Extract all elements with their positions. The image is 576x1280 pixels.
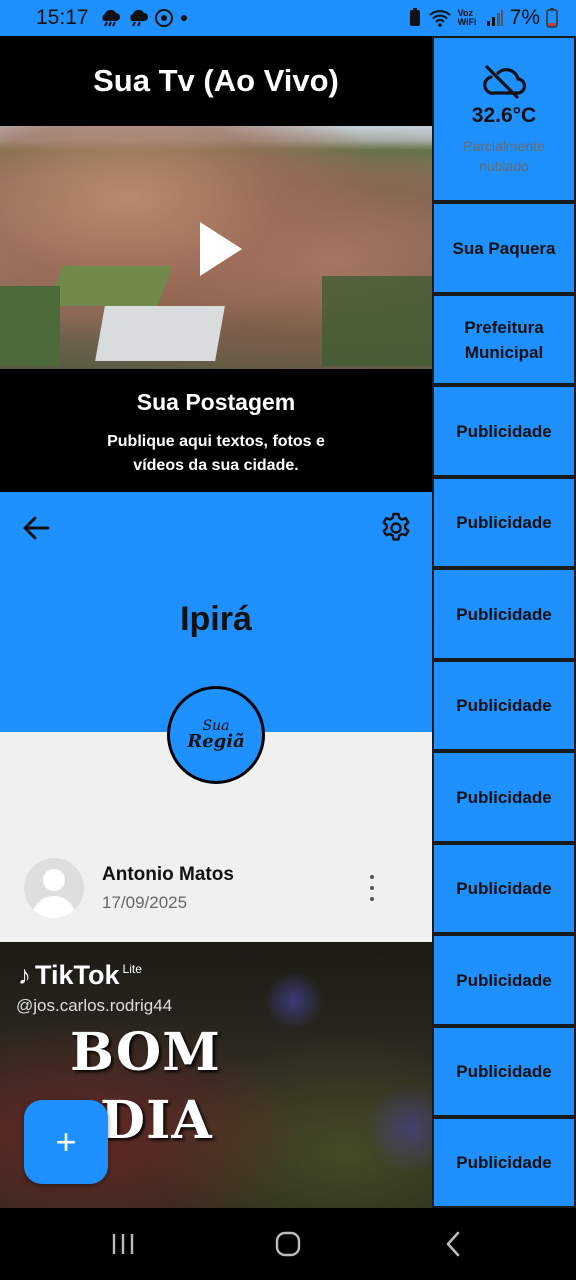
- sidebar-item-publicidade[interactable]: Publicidade: [432, 1026, 576, 1117]
- play-icon[interactable]: [200, 222, 242, 276]
- video-frame-detail: [322, 276, 432, 366]
- city-name: Ipirá: [180, 600, 252, 638]
- back-arrow-icon[interactable]: [20, 512, 52, 544]
- post-prompt-description: Publique aqui textos, fotos e vídeos da …: [107, 433, 325, 474]
- vowifi-label: Voz WiFi: [457, 8, 477, 27]
- weather-storm-icon: [101, 9, 120, 27]
- live-video-player[interactable]: [0, 126, 432, 369]
- logo-text-line2: Regiã: [187, 730, 245, 752]
- post-prompt-box[interactable]: Sua Postagem Publique aqui textos, fotos…: [0, 369, 432, 492]
- status-notification-icons: [99, 9, 189, 27]
- post-prompt-title: Sua Postagem: [136, 389, 296, 415]
- recent-apps-button[interactable]: [93, 1224, 153, 1264]
- avatar-body: [32, 896, 76, 918]
- weather-condition: Parcialmente nublado: [463, 137, 545, 174]
- tv-title: Sua Tv (Ao Vivo): [93, 63, 339, 98]
- status-bar: 15:17 Voz WiFi 7%: [0, 0, 576, 36]
- sidebar-item-label: Publicidade: [456, 1062, 552, 1081]
- status-time: 15:17: [36, 6, 89, 29]
- wifi-icon: [428, 10, 451, 27]
- sidebar-item-sua-paquera[interactable]: Sua Paquera: [432, 202, 576, 294]
- battery-saver-icon: [409, 8, 420, 26]
- sidebar-item-prefeitura[interactable]: Prefeitura Municipal: [432, 294, 576, 385]
- sidebar-item-label: Publicidade: [456, 879, 552, 898]
- post-author-name[interactable]: Antonio Matos: [102, 864, 234, 886]
- tiktok-watermark: ♪ TikTok Lite: [18, 960, 142, 991]
- main-content: Sua Tv (Ao Vivo) Sua Postagem Publique a…: [0, 36, 432, 1208]
- sidebar-item-publicidade[interactable]: Publicidade: [432, 385, 576, 477]
- back-button[interactable]: [423, 1224, 483, 1264]
- sidebar: 32.6°C Parcialmente nublado Sua Paquera …: [432, 36, 576, 1208]
- media-text-line2: DIA: [100, 1090, 213, 1151]
- weather-widget[interactable]: 32.6°C Parcialmente nublado: [432, 36, 576, 202]
- status-system-icons: Voz WiFi 7%: [408, 6, 558, 30]
- media-text-line1: BOM: [70, 1022, 221, 1083]
- chrome-icon: [154, 9, 173, 27]
- cloud-off-icon: [483, 64, 527, 99]
- sidebar-item-label: Publicidade: [456, 421, 552, 441]
- sidebar-item-label: Prefeitura Municipal: [464, 317, 544, 362]
- tiktok-brand: TikTok: [35, 960, 120, 990]
- sidebar-item-publicidade[interactable]: Publicidade: [432, 843, 576, 934]
- sidebar-item-label: Publicidade: [456, 970, 552, 990]
- city-header: Ipirá Sua Regiã: [0, 492, 432, 784]
- post-date: 17/09/2025: [102, 893, 188, 912]
- app-screen: 15:17 Voz WiFi 7% Sua Tv (Ao Vivo) Sua P…: [0, 0, 576, 1280]
- sidebar-item-label: Publicidade: [456, 787, 552, 807]
- battery-percentage: 7%: [509, 6, 540, 29]
- city-logo: Sua Regiã: [167, 686, 265, 784]
- sidebar-item-publicidade[interactable]: Publicidade: [432, 477, 576, 568]
- recent-apps-icon: [112, 1234, 133, 1254]
- gear-icon[interactable]: [380, 512, 412, 544]
- dot-icon: [180, 15, 187, 21]
- video-frame-detail: [95, 306, 225, 361]
- sidebar-item-publicidade[interactable]: Publicidade: [432, 568, 576, 660]
- home-icon: [275, 1231, 301, 1257]
- sidebar-item-label: Publicidade: [456, 604, 552, 624]
- battery-icon: [546, 8, 558, 28]
- sidebar-item-label: Publicidade: [456, 1153, 552, 1172]
- tiktok-username: @jos.carlos.rodrig44: [16, 996, 173, 1015]
- add-post-button[interactable]: +: [24, 1100, 108, 1184]
- back-chevron-icon: [447, 1231, 460, 1257]
- system-nav-bar: [0, 1208, 576, 1280]
- sidebar-item-label: Publicidade: [456, 513, 552, 532]
- sidebar-item-label: Sua Paquera: [452, 238, 556, 258]
- home-button[interactable]: [258, 1224, 318, 1264]
- sidebar-item-label: Publicidade: [456, 696, 552, 715]
- sidebar-item-publicidade[interactable]: Publicidade: [432, 751, 576, 843]
- tiktok-logo-icon: ♪: [18, 960, 31, 990]
- avatar-head: [43, 869, 65, 891]
- tiktok-brand-suffix: Lite: [122, 962, 142, 976]
- video-frame-detail: [0, 286, 60, 366]
- sidebar-item-publicidade[interactable]: Publicidade: [432, 1117, 576, 1208]
- more-options-icon[interactable]: [362, 872, 382, 904]
- signal-icon: [486, 10, 503, 26]
- avatar[interactable]: [24, 858, 84, 918]
- sidebar-item-publicidade[interactable]: Publicidade: [432, 660, 576, 751]
- tv-header: Sua Tv (Ao Vivo): [0, 36, 432, 126]
- video-frame-detail: [47, 266, 173, 306]
- sidebar-item-publicidade[interactable]: Publicidade: [432, 934, 576, 1026]
- weather-rain-icon: [129, 9, 148, 27]
- weather-temperature: 32.6°C: [471, 103, 537, 127]
